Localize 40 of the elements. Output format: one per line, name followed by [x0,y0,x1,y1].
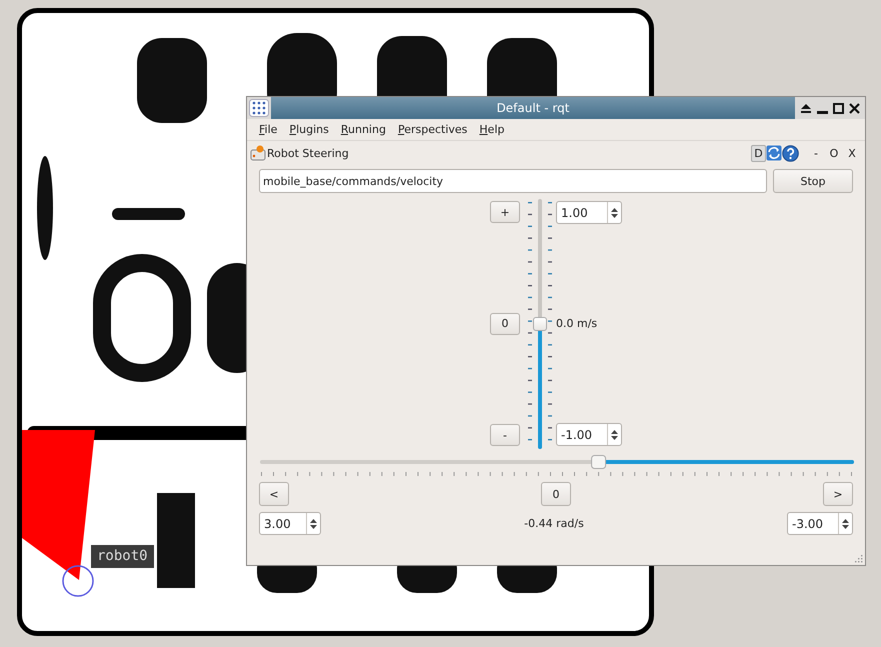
turn-right-button[interactable]: > [823,482,853,506]
close-icon[interactable] [849,102,860,114]
help-icon[interactable] [782,144,799,162]
spin-arrows-icon[interactable] [309,516,318,530]
linear-velocity-reading: 0.0 m/s [556,317,598,330]
app-menu-icon[interactable] [249,99,269,117]
decrease-button[interactable]: - [490,424,520,446]
number-field[interactable]: 3.00 [259,512,321,535]
eject-icon[interactable] [800,102,812,114]
stop-button[interactable]: Stop [773,169,853,193]
angular-velocity-slider[interactable] [260,455,854,469]
spin-arrows-icon[interactable] [610,428,619,442]
refresh-icon[interactable] [766,145,782,161]
close-plugin-button[interactable]: X [843,146,861,160]
resize-grip-icon[interactable] [853,553,863,563]
menu-item[interactable]: Running [334,123,392,136]
plugin-title: Robot Steering [267,146,350,160]
angular-velocity-reading: -0.44 rad/s [524,517,584,530]
increase-button[interactable]: + [490,201,520,223]
turn-left-button[interactable]: < [259,482,289,506]
window-title: Default - rqt [271,97,795,119]
spin-arrows-icon[interactable] [610,206,619,220]
float-plugin-button[interactable]: O [825,146,843,160]
maximize-icon[interactable] [833,102,844,114]
minimize-plugin-button[interactable]: - [807,146,825,160]
spin-arrows-icon[interactable] [840,516,850,530]
robot-label: robot0 [91,545,154,568]
dock-button[interactable]: D [751,144,766,162]
menu-item[interactable]: File [253,123,284,136]
menu-item[interactable]: Plugins [283,123,335,136]
number-field[interactable]: -3.00 [786,512,853,535]
menu-item[interactable]: Perspectives [392,123,474,136]
reset-button[interactable]: 0 [490,312,520,334]
topic-field[interactable]: mobile_base/commands/velocity [259,169,767,193]
linear-velocity-slider[interactable] [533,199,547,449]
plugin-icon [250,145,266,161]
number-field[interactable]: -1.00 [556,423,622,446]
menu-item[interactable]: Help [473,123,510,136]
number-field[interactable]: 1.00 [556,201,622,224]
reset-button[interactable]: 0 [541,482,571,506]
